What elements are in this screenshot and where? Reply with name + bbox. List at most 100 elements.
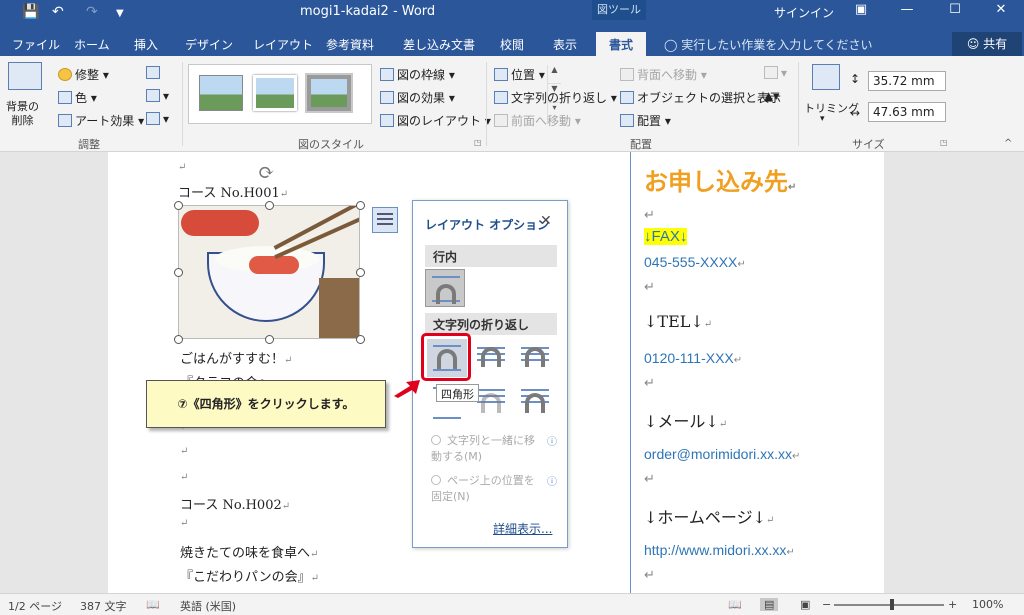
remove-background-icon[interactable]: [8, 62, 42, 90]
picture-tools-label: 図ツール: [592, 0, 646, 20]
zoom-level[interactable]: 100%: [972, 598, 1003, 611]
resize-handle[interactable]: [265, 201, 274, 210]
close-icon[interactable]: ✕: [978, 0, 1024, 22]
size-dialog-launcher-icon[interactable]: ◳: [940, 138, 948, 147]
zoom-slider[interactable]: [834, 604, 944, 606]
selection-pane-button[interactable]: オブジェクトの選択と表示: [620, 89, 781, 106]
send-backward-button[interactable]: 背面へ移動 ▾: [620, 66, 707, 83]
tab-view[interactable]: 表示: [553, 36, 577, 53]
position-button[interactable]: 位置 ▾: [494, 66, 545, 83]
highlight-box: [421, 333, 471, 381]
tarako-2: [249, 256, 299, 274]
mail-address-text: order@morimidori.xx.xx: [644, 446, 793, 462]
inline-heading: 行内: [425, 245, 557, 267]
page-count[interactable]: 1/2 ページ: [8, 598, 62, 614]
wrap-inline-option[interactable]: [425, 269, 465, 307]
word-count[interactable]: 387 文字: [80, 598, 127, 614]
width-field[interactable]: 47.63 mm: [868, 102, 946, 122]
tab-design[interactable]: デザイン: [185, 36, 233, 53]
wrap-tight-option[interactable]: [471, 339, 511, 377]
redo-icon[interactable]: ↷: [86, 4, 98, 20]
tab-file[interactable]: ファイル: [12, 36, 60, 53]
resize-handle[interactable]: [174, 335, 183, 344]
read-mode-icon[interactable]: 📖: [728, 598, 742, 611]
picture-layout-button[interactable]: 図のレイアウト ▾: [380, 112, 491, 129]
tel-label: ↓TEL↓↵: [644, 312, 713, 331]
crop-dropdown-icon[interactable]: ▾: [820, 114, 825, 124]
picture-styles-gallery[interactable]: ▲ ▼ ▾: [188, 64, 561, 124]
color-icon: [58, 91, 72, 104]
tab-home[interactable]: ホーム: [74, 36, 110, 53]
fix-position-radio[interactable]: ページ上の位置を 固定(N): [431, 473, 535, 505]
tell-me-search[interactable]: ◯ 実行したい作業を入力してください: [664, 36, 873, 53]
wrap-front-option[interactable]: [515, 383, 555, 421]
tab-review[interactable]: 校閲: [500, 36, 524, 53]
zoom-in-icon[interactable]: +: [948, 598, 957, 611]
share-button[interactable]: ☺ 共有: [952, 32, 1022, 56]
remove-background-button[interactable]: 背景の 削除: [6, 100, 39, 128]
proofing-icon[interactable]: 📖: [146, 598, 160, 611]
resize-handle[interactable]: [265, 335, 274, 344]
wrap-text-button[interactable]: 文字列の折り返し ▾: [494, 89, 617, 106]
status-bar: 1/2 ページ 387 文字 📖 英語 (米国) 📖 ▤ ▣ − + 100%: [0, 593, 1024, 615]
tab-layout[interactable]: レイアウト: [253, 36, 313, 53]
height-field[interactable]: 35.72 mm: [868, 71, 946, 91]
bring-forward-button[interactable]: 前面へ移動 ▾: [494, 112, 581, 129]
tab-references[interactable]: 参考資料: [326, 36, 374, 53]
print-layout-icon[interactable]: ▤: [760, 598, 779, 611]
ribbon-display-options-icon[interactable]: ▣: [838, 0, 884, 22]
arrange-group-label: 配置: [630, 138, 652, 151]
picture-effects-button[interactable]: 図の効果 ▾: [380, 89, 455, 106]
rotate-handle-icon[interactable]: ⟳: [258, 160, 275, 184]
tab-insert[interactable]: 挿入: [134, 36, 158, 53]
tab-format[interactable]: 書式: [596, 32, 647, 56]
tab-mailings[interactable]: 差し込み文書: [403, 36, 475, 53]
crop-icon[interactable]: [812, 64, 840, 90]
mail-label-text: ↓メール↓: [644, 412, 719, 431]
wrap-through-option[interactable]: [515, 339, 555, 377]
web-layout-icon[interactable]: ▣: [800, 598, 810, 611]
fix-position-label: ページ上の位置を 固定(N): [431, 474, 535, 503]
picture-border-button[interactable]: 図の枠線 ▾: [380, 66, 455, 83]
save-icon[interactable]: 💾: [22, 4, 39, 20]
customize-qat-icon[interactable]: ▼: [116, 8, 124, 19]
resize-handle[interactable]: [174, 201, 183, 210]
change-picture-icon[interactable]: ▾: [146, 89, 169, 103]
layout-options-icon[interactable]: [372, 207, 398, 233]
resize-handle[interactable]: [174, 268, 183, 277]
info-icon[interactable]: ⓘ: [547, 473, 557, 488]
food-photo[interactable]: [178, 205, 360, 339]
styles-dialog-launcher-icon[interactable]: ◳: [474, 138, 482, 147]
border-label: 図の枠線: [397, 68, 446, 82]
minimize-icon[interactable]: —: [884, 0, 930, 22]
group-objects-icon[interactable]: ▾: [764, 66, 787, 80]
styles-group-label: 図のスタイル: [298, 138, 364, 151]
picture-style-3[interactable]: [305, 73, 353, 113]
align-button[interactable]: 配置 ▾: [620, 112, 671, 129]
artistic-effects-button[interactable]: アート効果 ▾: [58, 112, 144, 129]
zoom-slider-thumb[interactable]: [890, 599, 894, 610]
collapse-ribbon-icon[interactable]: ^: [1004, 138, 1012, 149]
tooltip: 四角形: [436, 384, 479, 402]
info-icon[interactable]: ⓘ: [547, 433, 557, 448]
align-label: 配置: [637, 114, 662, 128]
zoom-out-icon[interactable]: −: [822, 598, 831, 611]
color-button[interactable]: 色 ▾: [58, 89, 97, 106]
resize-handle[interactable]: [356, 201, 365, 210]
signin-link[interactable]: サインイン: [774, 4, 834, 21]
corrections-button[interactable]: 修整 ▾: [58, 66, 109, 83]
compress-pictures-icon[interactable]: [146, 66, 163, 80]
resize-handle[interactable]: [356, 268, 365, 277]
undo-icon[interactable]: ↶: [52, 4, 64, 20]
language-indicator[interactable]: 英語 (米国): [180, 598, 236, 614]
close-icon[interactable]: ✕: [540, 213, 552, 229]
move-with-text-radio[interactable]: 文字列と一緒に移 動する(M): [431, 433, 535, 465]
resize-handle[interactable]: [356, 335, 365, 344]
doc-line-course2: コース No.H002↵: [180, 498, 291, 513]
picture-style-2[interactable]: [253, 75, 297, 111]
see-more-link[interactable]: 詳細表示...: [493, 520, 552, 537]
maximize-icon[interactable]: ☐: [932, 0, 978, 22]
picture-style-1[interactable]: [199, 75, 243, 111]
reset-picture-icon[interactable]: ▾: [146, 112, 169, 126]
rotate-icon[interactable]: ▲▾: [764, 89, 779, 103]
